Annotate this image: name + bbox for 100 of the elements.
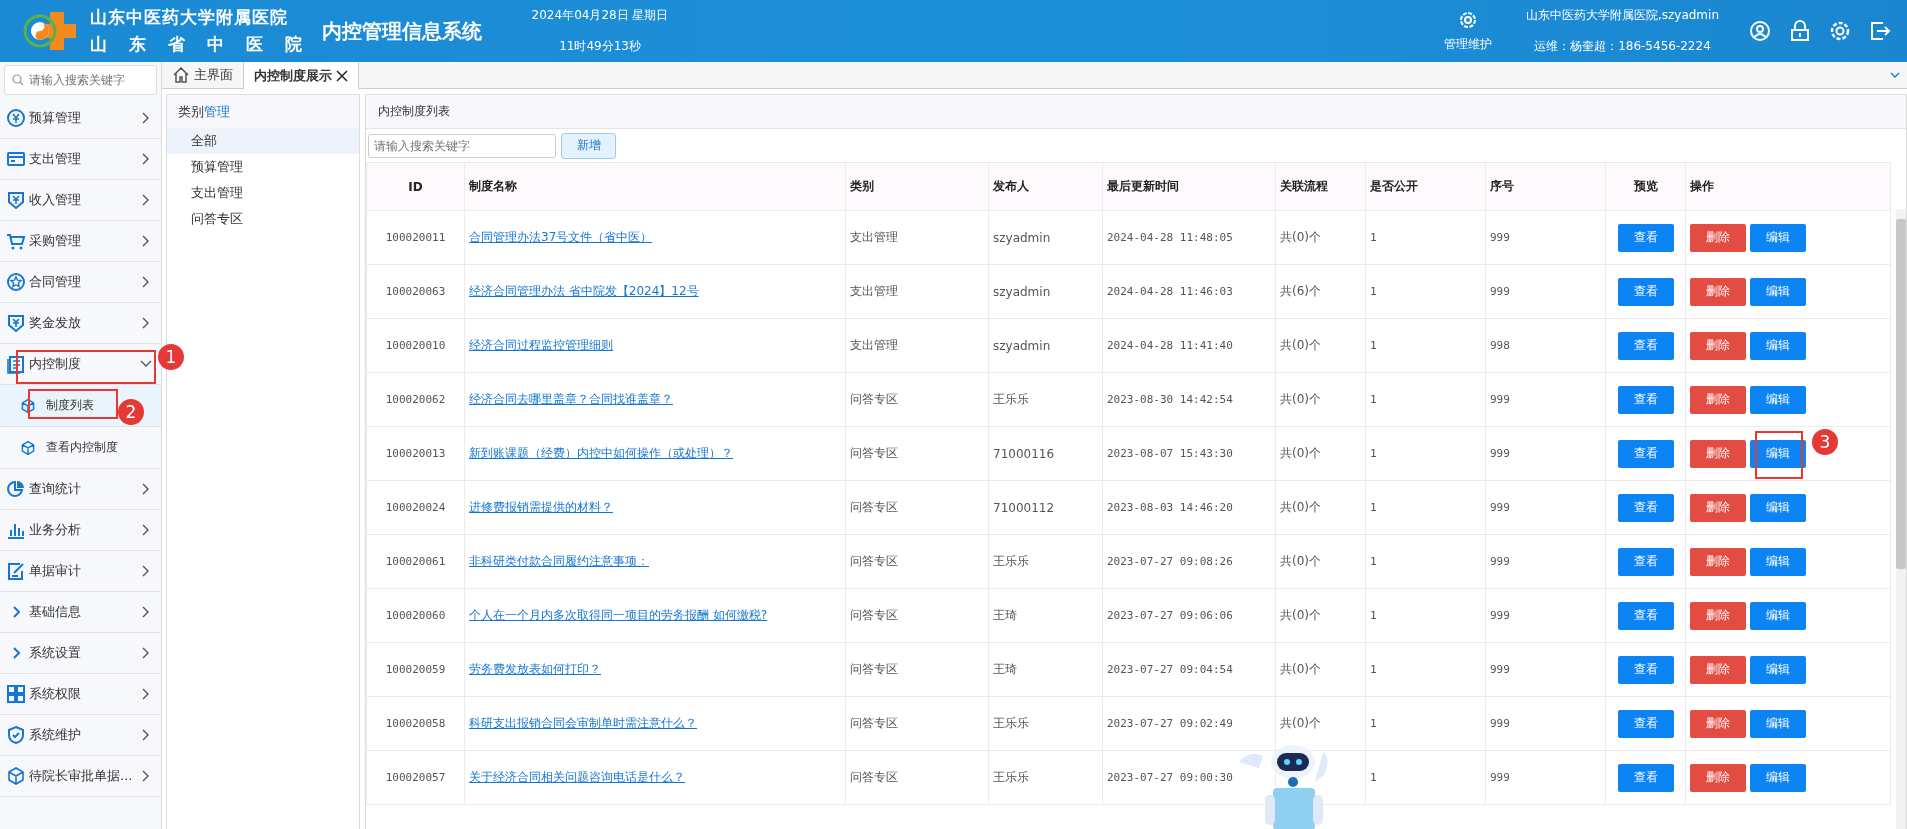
document-link[interactable]: 经济合同管理办法 省中院发【2024】12号: [469, 284, 699, 298]
document-link[interactable]: 合同管理办法37号文件（省中医）: [469, 230, 653, 244]
view-button[interactable]: 查看: [1617, 655, 1674, 684]
time-text: 11时49分13秒: [559, 38, 641, 55]
view-button[interactable]: 查看: [1617, 277, 1674, 306]
document-link[interactable]: 经济合同去哪里盖章？合同找谁盖章？: [469, 392, 673, 406]
lock-icon[interactable]: [1789, 20, 1811, 42]
table-cell: 王琦: [988, 588, 1103, 643]
category-item[interactable]: 全部: [167, 128, 359, 154]
table-cell: 问答专区: [845, 696, 989, 751]
home-icon: [172, 66, 190, 84]
menu-item[interactable]: 奖金发放: [0, 303, 161, 344]
table-cell: 1: [1365, 642, 1486, 697]
edit-button[interactable]: 编辑: [1749, 385, 1806, 414]
table-cell: 2024-04-28 11:46:03: [1102, 264, 1276, 319]
edit-button[interactable]: 编辑: [1749, 439, 1806, 468]
table-cell: 共(0)个: [1280, 716, 1321, 730]
column-header: 类别: [845, 162, 989, 211]
table-cell: 2023-08-03 14:46:20: [1102, 480, 1276, 535]
table-cell: 王琦: [988, 642, 1103, 697]
table-cell: 999: [1485, 588, 1606, 643]
edit-button[interactable]: 编辑: [1749, 601, 1806, 630]
edit-button[interactable]: 编辑: [1749, 709, 1806, 738]
menu-item[interactable]: 收入管理: [0, 180, 161, 221]
view-button[interactable]: 查看: [1617, 385, 1674, 414]
table-cell: szyadmin: [988, 210, 1103, 265]
menu-item[interactable]: 合同管理: [0, 262, 161, 303]
user-icon[interactable]: [1749, 20, 1771, 42]
search-field[interactable]: 请输入搜索关键字: [4, 65, 157, 95]
document-link[interactable]: 个人在一个月内多次取得同一项目的劳务报酬 如何缴税?: [469, 608, 768, 622]
add-button[interactable]: 新增: [561, 132, 616, 159]
document-link[interactable]: 劳务费发放表如何打印？: [469, 662, 601, 676]
delete-button[interactable]: 删除: [1690, 547, 1746, 576]
view-button[interactable]: 查看: [1617, 223, 1674, 252]
maintenance-button[interactable]: 管理维护: [1443, 9, 1492, 53]
view-button[interactable]: 查看: [1617, 493, 1674, 522]
scrollbar[interactable]: [1896, 209, 1906, 829]
menu-item[interactable]: 采购管理: [0, 221, 161, 262]
document-link[interactable]: 非科研类付款合同履约注意事项：: [469, 554, 649, 568]
view-button[interactable]: 查看: [1617, 601, 1674, 630]
edit-button[interactable]: 编辑: [1749, 763, 1806, 792]
menu-item[interactable]: 查询统计: [0, 469, 161, 510]
menu-item[interactable]: 基础信息: [0, 592, 161, 633]
table-cell: 1: [1365, 480, 1486, 535]
category-item[interactable]: 支出管理: [167, 180, 359, 206]
view-button[interactable]: 查看: [1617, 439, 1674, 468]
document-link[interactable]: 科研支出报销合同会审制单时需注意什么？: [469, 716, 697, 730]
table-cell: 问答专区: [845, 588, 989, 643]
table-cell: 999: [1485, 480, 1606, 535]
delete-button[interactable]: 删除: [1690, 439, 1746, 468]
delete-button[interactable]: 删除: [1690, 601, 1746, 630]
menu-item[interactable]: 业务分析: [0, 510, 161, 551]
delete-button[interactable]: 删除: [1690, 655, 1746, 684]
table-cell: 王乐乐: [988, 534, 1103, 589]
document-link[interactable]: 关于经济合同相关问题咨询电话是什么？: [469, 770, 685, 784]
delete-button[interactable]: 删除: [1690, 277, 1746, 306]
edit-button[interactable]: 编辑: [1749, 547, 1806, 576]
cube-icon: [20, 439, 36, 456]
menu-item[interactable]: 预算管理: [0, 98, 161, 139]
document-link[interactable]: 新到账课题（经费）内控中如何操作（或处理）？: [469, 446, 733, 460]
view-button[interactable]: 查看: [1617, 763, 1674, 792]
submenu-item[interactable]: 查看内控制度: [0, 427, 161, 469]
settings-icon[interactable]: [1829, 20, 1851, 42]
menu-item[interactable]: 系统权限: [0, 674, 161, 715]
delete-button[interactable]: 删除: [1690, 385, 1746, 414]
category-item[interactable]: 预算管理: [167, 154, 359, 180]
table-cell: 1: [1365, 210, 1486, 265]
cube-icon: [20, 397, 36, 414]
column-header: ID: [366, 162, 465, 211]
menu-item[interactable]: 单据审计: [0, 551, 161, 592]
delete-button[interactable]: 删除: [1690, 709, 1746, 738]
menu-item[interactable]: 支出管理: [0, 139, 161, 180]
menu-item[interactable]: 系统维护: [0, 715, 161, 756]
table-cell: 999: [1485, 372, 1606, 427]
document-link[interactable]: 经济合同过程监控管理细则: [469, 338, 613, 352]
view-button[interactable]: 查看: [1617, 331, 1674, 360]
table-cell: 100020024: [366, 480, 465, 535]
edit-button[interactable]: 编辑: [1749, 223, 1806, 252]
view-button[interactable]: 查看: [1617, 709, 1674, 738]
category-item[interactable]: 问答专区: [167, 206, 359, 232]
table-cell: 999: [1485, 696, 1606, 751]
table-cell: 100020059: [366, 642, 465, 697]
view-button[interactable]: 查看: [1617, 547, 1674, 576]
search-field[interactable]: 请输入搜索关键字: [368, 133, 556, 158]
delete-button[interactable]: 删除: [1690, 763, 1746, 792]
edit-button[interactable]: 编辑: [1749, 655, 1806, 684]
document-link[interactable]: 进修费报销需提供的材料？: [469, 500, 613, 514]
close-icon[interactable]: [336, 69, 348, 82]
table-cell: 共(0)个: [1280, 338, 1321, 352]
menu-item[interactable]: 系统设置: [0, 633, 161, 674]
edit-button[interactable]: 编辑: [1749, 277, 1806, 306]
delete-button[interactable]: 删除: [1690, 223, 1746, 252]
edit-button[interactable]: 编辑: [1749, 331, 1806, 360]
tab[interactable]: 内控制度展示: [244, 62, 359, 89]
delete-button[interactable]: 删除: [1690, 331, 1746, 360]
edit-button[interactable]: 编辑: [1749, 493, 1806, 522]
delete-button[interactable]: 删除: [1690, 493, 1746, 522]
menu-item[interactable]: 待院长审批单据...: [0, 756, 161, 797]
table-cell: 1: [1365, 696, 1486, 751]
logout-icon[interactable]: [1869, 20, 1891, 42]
